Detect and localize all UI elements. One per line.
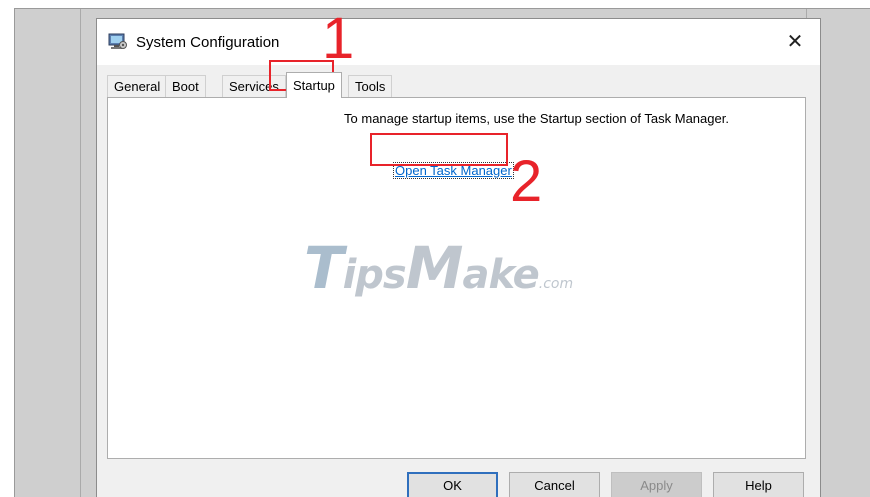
close-icon[interactable]: ✕ xyxy=(782,29,808,55)
watermark-part: .com xyxy=(538,276,574,292)
watermark-part: ake xyxy=(462,252,539,298)
title-bar[interactable]: System Configuration ✕ xyxy=(97,19,820,65)
step-1-label: 1 xyxy=(322,6,355,71)
step-2-label: 2 xyxy=(510,149,543,214)
tab-tools[interactable]: Tools xyxy=(348,75,393,97)
system-configuration-dialog: System Configuration ✕ General Boot Serv… xyxy=(96,18,821,497)
cancel-button[interactable]: Cancel xyxy=(509,472,600,497)
left-gutter xyxy=(15,9,81,497)
startup-message: To manage startup items, use the Startup… xyxy=(344,111,729,126)
task-manager-link-highlight xyxy=(370,133,508,166)
dialog-button-row: OK Cancel Apply Help xyxy=(97,466,820,497)
system-config-icon xyxy=(108,33,128,51)
window-title: System Configuration xyxy=(136,34,280,51)
background-frame: System Configuration ✕ General Boot Serv… xyxy=(14,8,870,497)
help-button[interactable]: Help xyxy=(713,472,804,497)
watermark-part: ips xyxy=(342,252,407,298)
tab-startup[interactable]: Startup xyxy=(286,72,342,98)
tipsmake-watermark: TipsMake.com xyxy=(304,234,573,302)
watermark-part: T xyxy=(304,234,344,302)
ok-button[interactable]: OK xyxy=(407,472,498,497)
apply-button[interactable]: Apply xyxy=(611,472,702,497)
tab-general[interactable]: General xyxy=(107,75,168,97)
tab-boot[interactable]: Boot xyxy=(165,75,206,97)
watermark-part: M xyxy=(405,234,464,302)
